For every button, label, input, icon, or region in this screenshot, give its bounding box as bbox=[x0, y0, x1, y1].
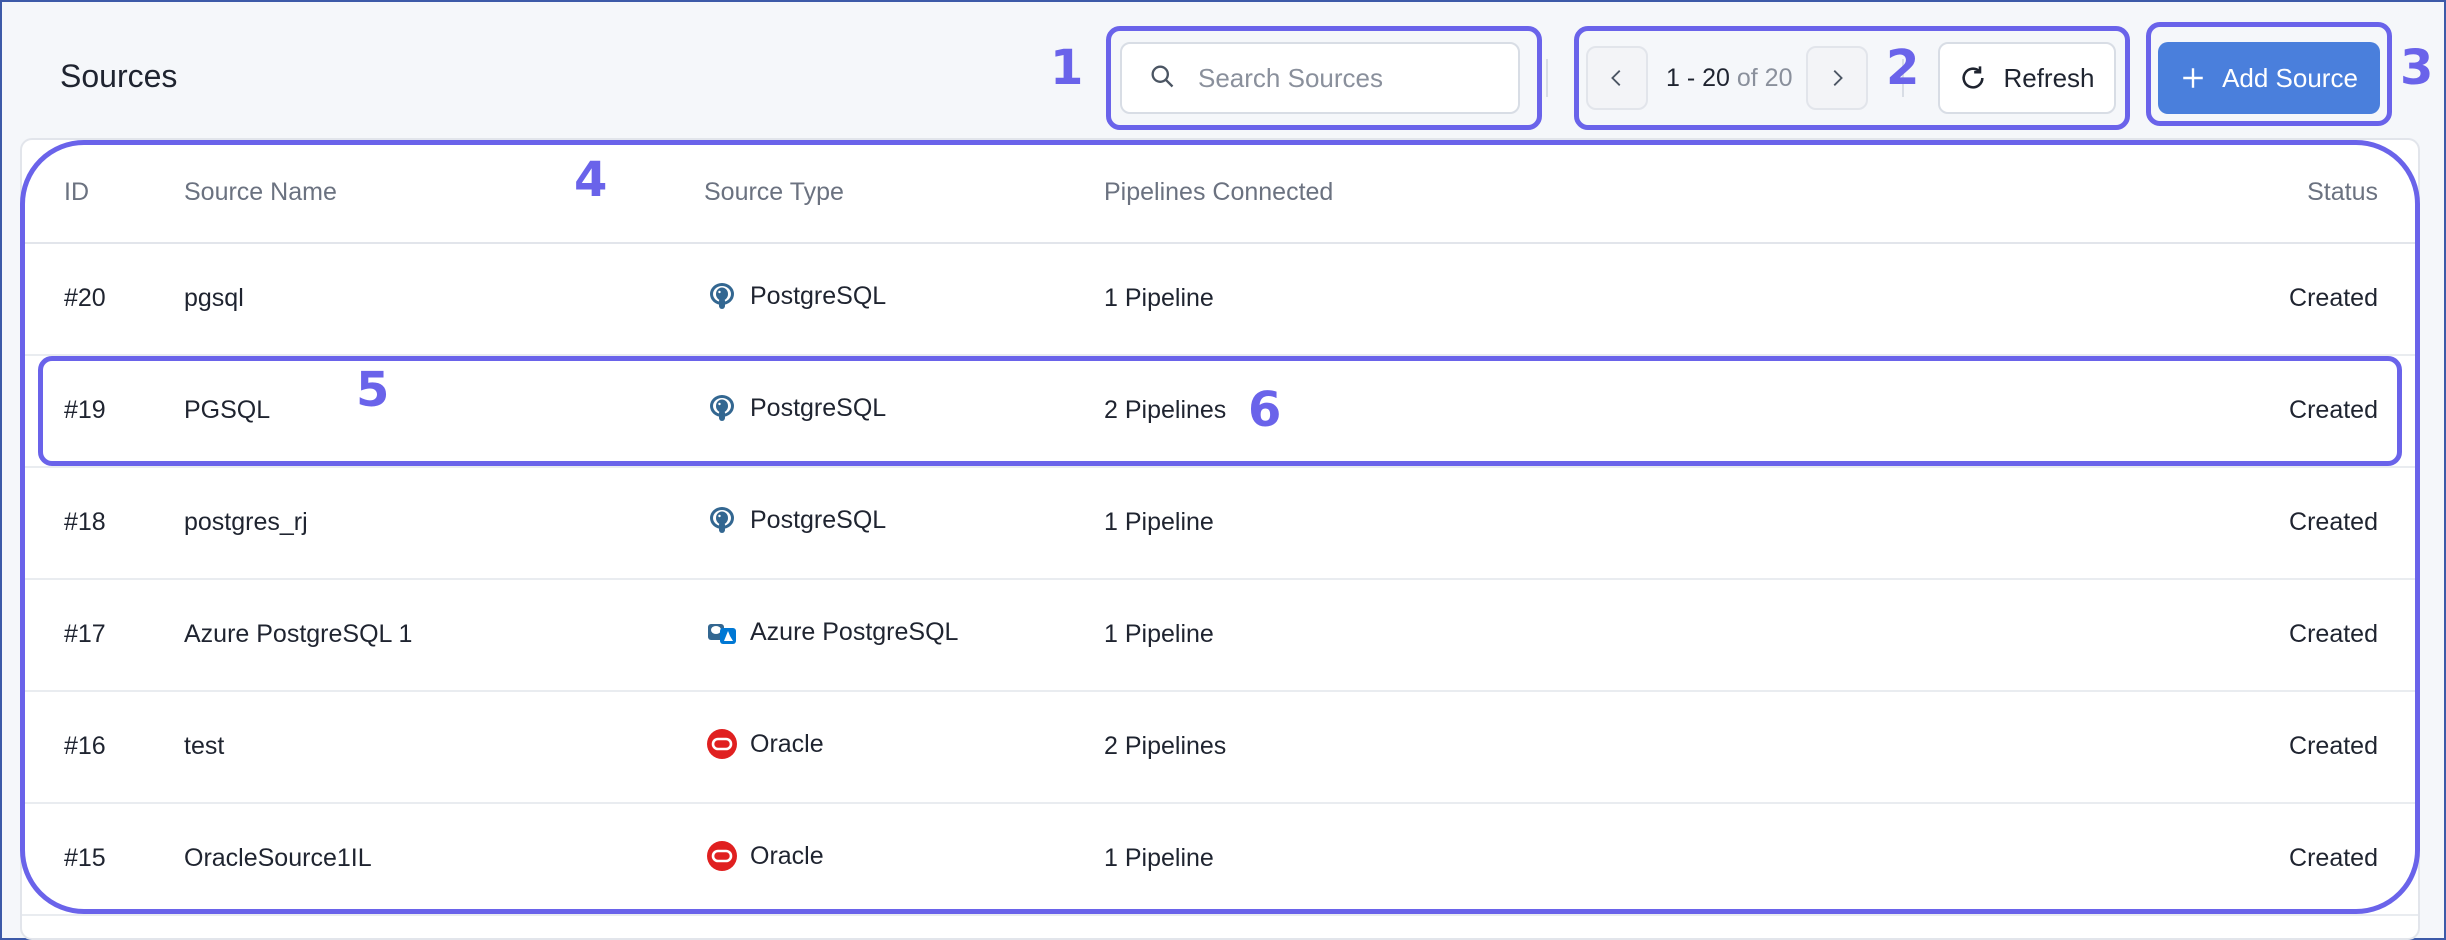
toolbar-divider bbox=[1546, 59, 1548, 97]
callout-box-table bbox=[20, 140, 2420, 914]
callout-number-3: 3 bbox=[2400, 40, 2434, 96]
callout-box-pagination bbox=[1574, 26, 2130, 130]
callout-number-1: 1 bbox=[1050, 40, 1084, 96]
callout-box-search bbox=[1106, 26, 1542, 130]
callout-number-5: 5 bbox=[356, 362, 390, 418]
callout-number-4: 4 bbox=[574, 152, 608, 208]
callout-box-row bbox=[38, 356, 2402, 466]
callout-box-add-source bbox=[2146, 22, 2392, 126]
callout-number-2: 2 bbox=[1886, 40, 1920, 96]
callout-number-6: 6 bbox=[1248, 382, 1282, 438]
page-title: Sources bbox=[60, 58, 178, 94]
